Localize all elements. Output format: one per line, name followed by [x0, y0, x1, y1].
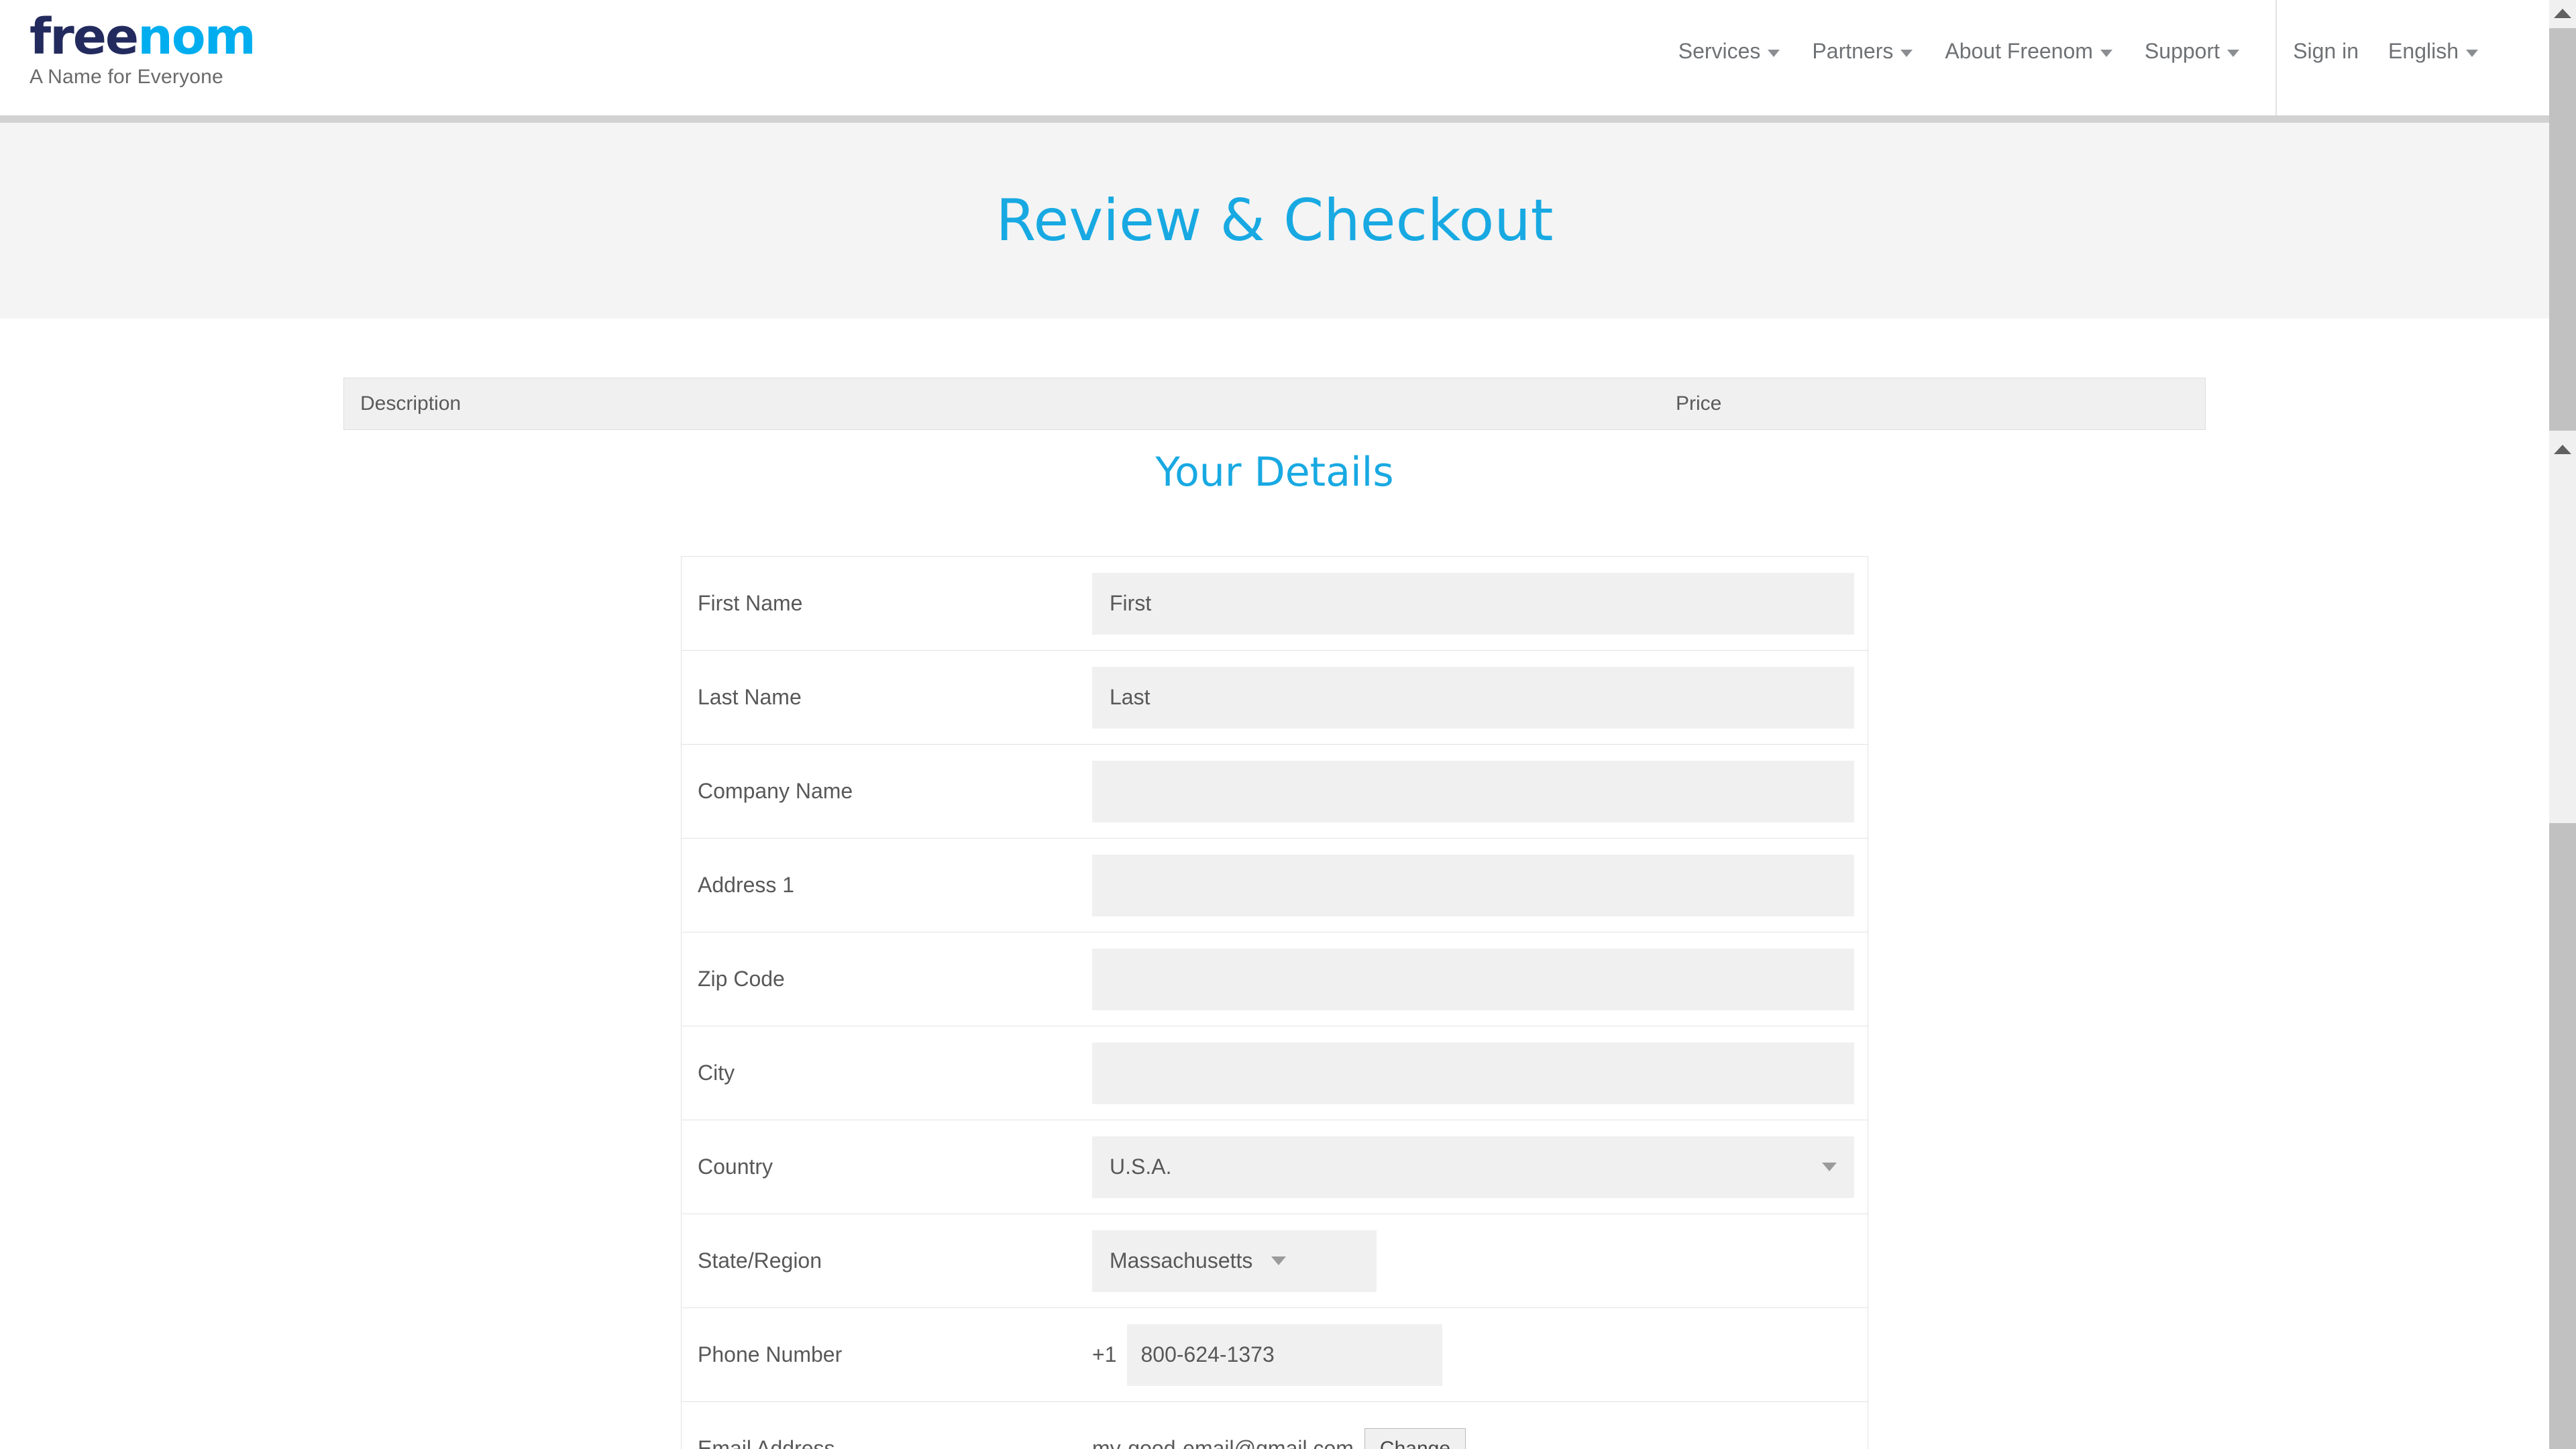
last-name-input[interactable]	[1092, 666, 1854, 729]
order-table-header: Description Price	[343, 378, 2206, 430]
form-row-first-name: First Name	[682, 557, 1868, 651]
frame-scrollbar-thumb[interactable]	[2549, 823, 2576, 1449]
country-select[interactable]: U.S.A.	[1092, 1136, 1854, 1198]
field-email-address: my-good-email@gmail.com Change	[1092, 1428, 1868, 1449]
language-label: English	[2388, 39, 2459, 63]
nav-label-about-freenom: About Freenom	[1945, 39, 2093, 63]
nav-label-support: Support	[2144, 39, 2220, 63]
label-last-name: Last Name	[698, 685, 802, 709]
hero-banner: Review & Checkout	[0, 123, 2549, 319]
header-bottom-rule	[0, 115, 2549, 123]
label-country: Country	[698, 1155, 773, 1179]
phone-number-input[interactable]	[1127, 1324, 1443, 1386]
site-header: freenom A Name for Everyone Services Par…	[0, 0, 2549, 115]
language-selector[interactable]: English	[2373, 39, 2493, 64]
form-row-city: City	[682, 1026, 1868, 1120]
sign-in-label: Sign in	[2293, 39, 2359, 63]
your-details-form: First Name Last Name Company Name	[681, 556, 1868, 1449]
company-name-input[interactable]	[1092, 760, 1854, 822]
form-row-country: Country U.S.A.	[682, 1120, 1868, 1214]
label-state-region: State/Region	[698, 1248, 822, 1273]
field-zip-code	[1092, 948, 1868, 1010]
form-row-zip-code: Zip Code	[682, 932, 1868, 1026]
phone-country-prefix: +1	[1092, 1342, 1117, 1366]
chevron-down-icon	[1822, 1163, 1837, 1171]
nav-item-services[interactable]: Services	[1662, 39, 1796, 64]
page-title: Review & Checkout	[996, 187, 1554, 254]
field-address-1	[1092, 854, 1868, 916]
brand-logo-block[interactable]: freenom A Name for Everyone	[30, 12, 311, 89]
field-first-name	[1092, 572, 1868, 635]
chevron-down-icon	[2466, 50, 2478, 57]
chevron-up-icon	[2554, 9, 2571, 18]
label-first-name: First Name	[698, 591, 803, 615]
order-summary-table: Description Price	[343, 378, 2206, 430]
chevron-down-icon	[1900, 50, 1913, 57]
address-1-input[interactable]	[1092, 854, 1854, 916]
freenom-logo: freenom	[30, 12, 311, 62]
field-phone-number: +1	[1092, 1324, 1868, 1386]
order-col-price: Price	[1676, 392, 1722, 415]
logo-text-nom: nom	[138, 8, 256, 66]
main-content: Description Price Your Details First Nam…	[0, 378, 2549, 1449]
frame-scrollbar[interactable]	[2549, 436, 2576, 1449]
form-row-address-1: Address 1	[682, 839, 1868, 932]
nav-label-partners: Partners	[1812, 39, 1894, 63]
order-col-description: Description	[360, 392, 462, 415]
form-row-last-name: Last Name	[682, 651, 1868, 745]
brand-tagline: A Name for Everyone	[30, 66, 223, 88]
header-right-actions: Sign in English	[2278, 39, 2493, 64]
zip-code-input[interactable]	[1092, 948, 1854, 1010]
country-selected-value: U.S.A.	[1110, 1155, 1172, 1179]
page-root: freenom A Name for Everyone Services Par…	[0, 0, 2576, 1449]
nav-item-support[interactable]: Support	[2129, 39, 2255, 64]
city-input[interactable]	[1092, 1042, 1854, 1104]
field-city	[1092, 1042, 1868, 1104]
form-row-state-region: State/Region Massachusetts	[682, 1214, 1868, 1308]
label-address-1: Address 1	[698, 873, 795, 897]
label-company-name: Company Name	[698, 779, 853, 803]
frame-scroll-up-button[interactable]	[2549, 436, 2576, 463]
field-country: U.S.A.	[1092, 1136, 1868, 1198]
window-scrollbar-thumb[interactable]	[2549, 28, 2576, 431]
browser-viewport: freenom A Name for Everyone Services Par…	[0, 0, 2549, 1449]
chevron-up-icon	[2554, 445, 2571, 454]
form-row-company-name: Company Name	[682, 745, 1868, 839]
chevron-down-icon	[1271, 1256, 1287, 1265]
logo-text-free: free	[30, 8, 139, 66]
chevron-down-icon	[1768, 50, 1780, 57]
header-divider	[2275, 0, 2277, 115]
form-row-phone-number: Phone Number +1	[682, 1308, 1868, 1402]
form-row-email-address: Email Address my-good-email@gmail.com Ch…	[682, 1402, 1868, 1449]
nav-item-partners[interactable]: Partners	[1796, 39, 1929, 64]
label-phone-number: Phone Number	[698, 1342, 843, 1366]
change-email-button[interactable]: Change	[1364, 1428, 1466, 1449]
email-address-value: my-good-email@gmail.com	[1092, 1436, 1354, 1449]
scroll-up-button[interactable]	[2549, 0, 2576, 27]
sign-in-link[interactable]: Sign in	[2278, 39, 2373, 64]
first-name-input[interactable]	[1092, 572, 1854, 635]
your-details-heading: Your Details	[1155, 449, 1394, 496]
field-company-name	[1092, 760, 1868, 822]
label-city: City	[698, 1061, 735, 1085]
label-zip-code: Zip Code	[698, 967, 785, 991]
chevron-down-icon	[2227, 50, 2239, 57]
label-email-address: Email Address	[698, 1436, 835, 1449]
nav-label-services: Services	[1678, 39, 1761, 63]
field-last-name	[1092, 666, 1868, 729]
main-navigation: Services Partners About Freenom Support	[1662, 39, 2255, 64]
chevron-down-icon	[2100, 50, 2112, 57]
field-state-region: Massachusetts	[1092, 1230, 1868, 1292]
nav-item-about-freenom[interactable]: About Freenom	[1929, 39, 2129, 64]
state-region-selected-value: Massachusetts	[1110, 1248, 1253, 1273]
state-region-select[interactable]: Massachusetts	[1092, 1230, 1377, 1292]
